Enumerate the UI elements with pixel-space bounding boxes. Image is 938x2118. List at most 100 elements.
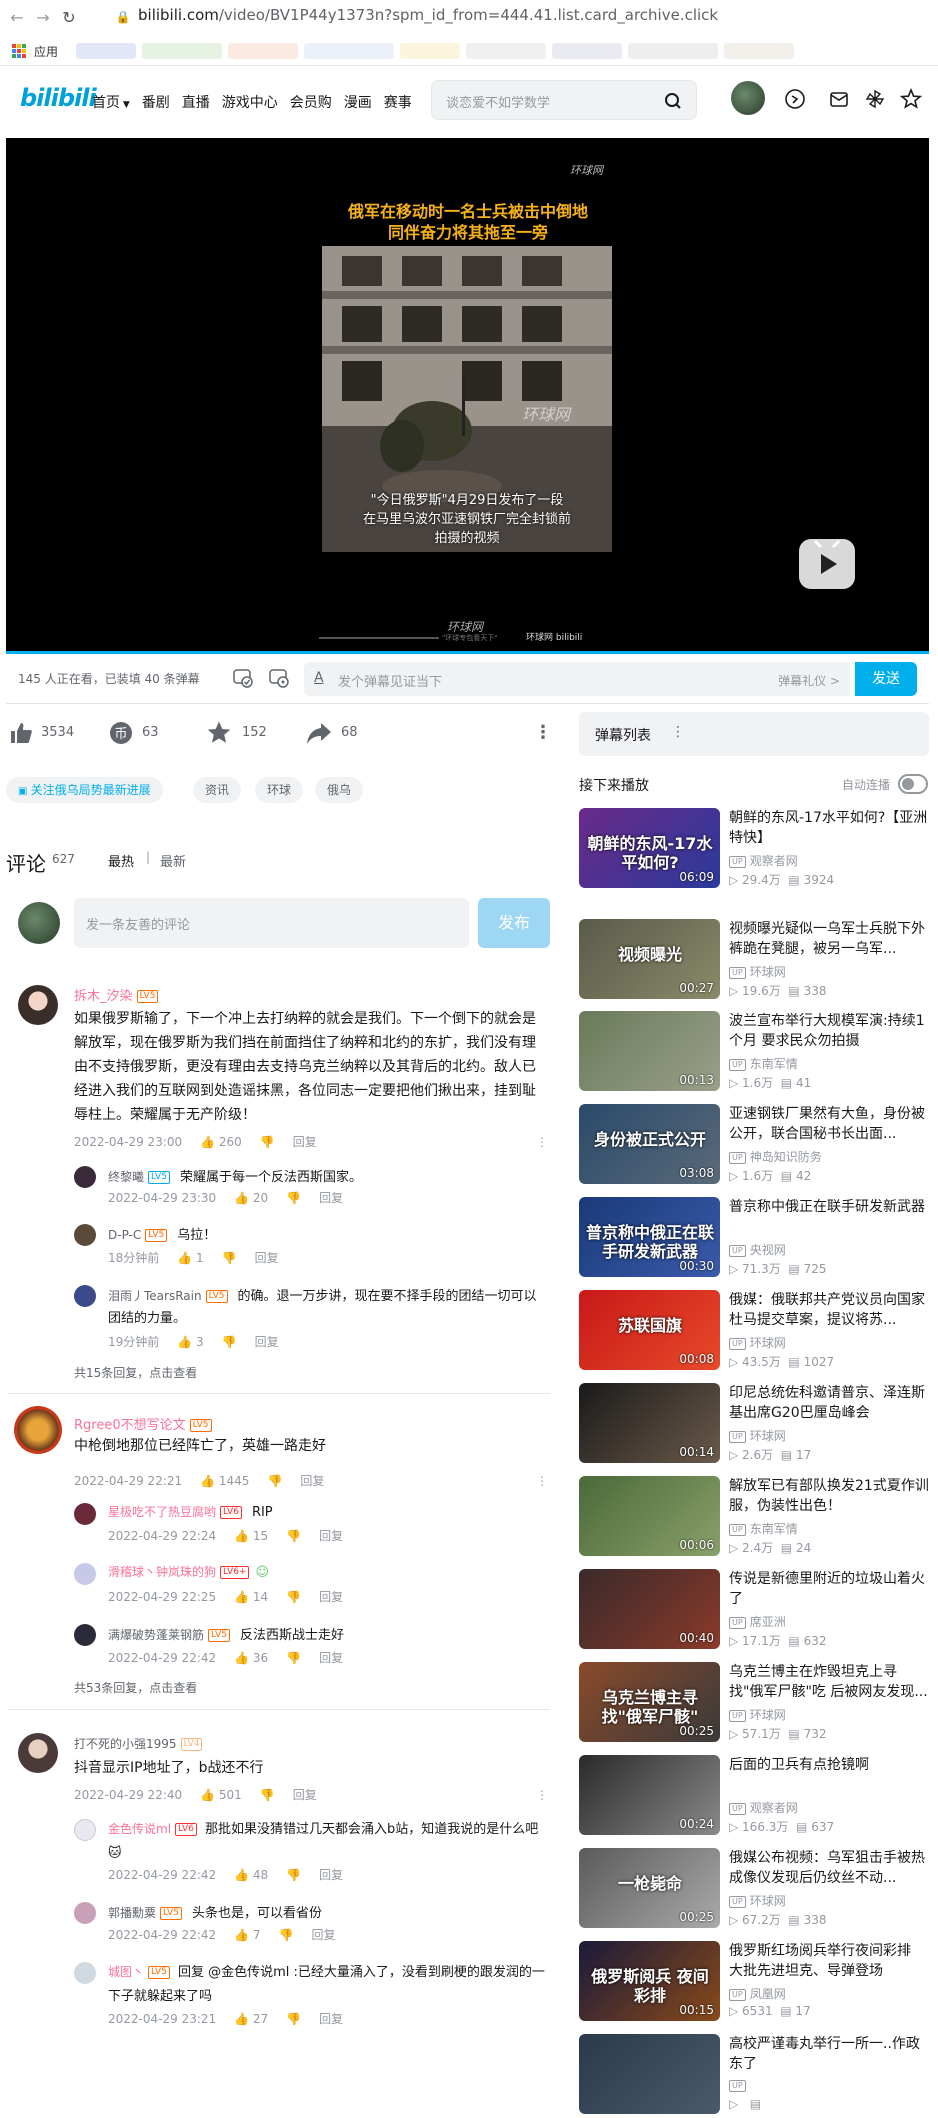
- dislike-icon[interactable]: 👎: [260, 1135, 275, 1149]
- recommend-thumbnail[interactable]: 一枪毙命 00:25: [579, 1848, 720, 1928]
- recommend-uploader[interactable]: UP 东南军情: [729, 1055, 798, 1072]
- apps-grid-icon[interactable]: [12, 44, 26, 58]
- more-icon[interactable]: ⋮: [536, 1135, 548, 1149]
- bookmark-blurred[interactable]: [466, 43, 547, 59]
- recommend-uploader[interactable]: UP 观察者网: [729, 1799, 798, 1816]
- recommend-title[interactable]: 波兰宣布举行大规模军演:持续1个月 要求民众勿拍摄: [729, 1011, 929, 1051]
- recommend-uploader[interactable]: UP 环球网: [729, 1334, 786, 1351]
- video-player[interactable]: 环球网 俄军在移动时一名士兵被击中倒地 同伴奋力将其拖至一旁 环球网 "今日俄罗…: [6, 138, 929, 654]
- recommend-thumbnail[interactable]: 00:13: [579, 1011, 720, 1091]
- recommend-title[interactable]: 普京称中俄正在联手研发新武器: [729, 1197, 929, 1217]
- dislike-icon[interactable]: 👎: [286, 2012, 301, 2026]
- menu-home[interactable]: 首页 ▼: [92, 92, 130, 112]
- dislike-icon[interactable]: 👎: [222, 1335, 237, 1349]
- reply-avatar[interactable]: [74, 1563, 96, 1585]
- danmaku-list-panel[interactable]: 弹幕列表 ⋮: [579, 712, 929, 756]
- thread-2-user[interactable]: Rgree0不想写论文 LV5: [74, 1414, 212, 1433]
- bookmark-blurred[interactable]: [228, 43, 299, 59]
- recommend-card[interactable]: 高校严谨毒丸举行一所一..作政东了 UP ▷ ▤: [579, 2034, 929, 2118]
- send-danmaku-button[interactable]: 发送: [855, 662, 917, 696]
- reply-like[interactable]: 👍 3: [177, 1335, 203, 1349]
- recommend-uploader[interactable]: UP 神岛知识防务: [729, 1148, 822, 1165]
- recommend-card[interactable]: 00:14 印尼总统佐科邀请普京、泽连斯基出席G20巴厘岛峰会 UP 环球网 ▷ 2.6…: [579, 1383, 929, 1467]
- bookmark-blurred[interactable]: [142, 43, 223, 59]
- reply-avatar[interactable]: [74, 1224, 96, 1246]
- recommend-uploader[interactable]: UP 环球网: [729, 1706, 786, 1723]
- recommend-card[interactable]: 00:24 后面的卫兵有点抢镜啊 UP 观察者网 ▷ 166.3万 ▤ 637: [579, 1755, 929, 1839]
- tag-topic[interactable]: ▣ 关注俄乌局势最新进展: [6, 777, 163, 803]
- recommend-thumbnail[interactable]: 身份被正式公开 03:08: [579, 1104, 720, 1184]
- message-icon[interactable]: [828, 88, 850, 110]
- recommend-card[interactable]: 苏联国旗 00:08 俄媒：俄联邦共产党议员向国家杜马提交草案，提议将苏... UP 环…: [579, 1290, 929, 1374]
- recommend-title[interactable]: 乌克兰博主在炸毁坦克上寻找"俄军尸骸"吃 后被网友发现...: [729, 1662, 929, 1702]
- sort-hot[interactable]: 最热: [108, 851, 134, 870]
- recommend-uploader[interactable]: UP 环球网: [729, 1427, 786, 1444]
- reply-avatar[interactable]: [74, 1819, 96, 1841]
- dislike-icon[interactable]: 👎: [279, 1928, 294, 1942]
- menu-esports[interactable]: 赛事: [384, 92, 412, 112]
- sort-new[interactable]: 最新: [160, 851, 186, 870]
- recommend-thumbnail[interactable]: 00:14: [579, 1383, 720, 1463]
- recommend-title[interactable]: 印尼总统佐科邀请普京、泽连斯基出席G20巴厘岛峰会: [729, 1383, 929, 1423]
- recommend-card[interactable]: 身份被正式公开 03:08 亚速钢铁厂果然有大鱼，身份被公开，联合国秘书长出面...…: [579, 1104, 929, 1188]
- comment-input[interactable]: 发一条友善的评论: [74, 898, 469, 948]
- reply-avatar[interactable]: [74, 1166, 96, 1188]
- recommend-title[interactable]: 解放军已有部队换发21式夏作训服，伪装性出色！: [729, 1476, 929, 1516]
- tag-huanqiu[interactable]: 环球: [255, 777, 304, 803]
- recommend-thumbnail[interactable]: 苏联国旗 00:08: [579, 1290, 720, 1370]
- recommend-uploader[interactable]: UP 央视网: [729, 1241, 786, 1258]
- comment-like[interactable]: 👍 260: [200, 1135, 242, 1149]
- publish-comment-button[interactable]: 发布: [478, 898, 550, 948]
- bookmark-blurred[interactable]: [628, 43, 719, 59]
- share-icon[interactable]: [306, 721, 332, 745]
- search-box[interactable]: 谈恋爱不如学数学: [431, 80, 697, 120]
- reply-like[interactable]: 👍 7: [234, 1928, 260, 1942]
- search-icon[interactable]: [664, 92, 682, 110]
- recommend-uploader[interactable]: UP 环球网: [729, 1892, 786, 1909]
- reload-icon[interactable]: ↻: [56, 4, 82, 30]
- dislike-icon[interactable]: 👎: [286, 1868, 301, 1882]
- dynamic-icon[interactable]: [784, 88, 806, 110]
- recommend-title[interactable]: 亚速钢铁厂果然有大鱼，身份被公开，联合国秘书长出面...: [729, 1104, 929, 1144]
- danmaku-toggle-icon[interactable]: [232, 668, 254, 688]
- danmaku-etiquette-link[interactable]: 弹幕礼仪 >: [778, 672, 840, 689]
- address-bar[interactable]: bilibili.com/video/BV1P44y1373n?spm_id_f…: [138, 6, 718, 24]
- recommend-uploader[interactable]: UP 环球网: [729, 963, 786, 980]
- reply-like[interactable]: 👍 20: [234, 1191, 268, 1205]
- danmaku-list-more-icon[interactable]: ⋮: [671, 724, 685, 740]
- autoplay-toggle[interactable]: [898, 774, 928, 794]
- tag-russia-ukraine[interactable]: 俄乌: [315, 777, 364, 803]
- comment-like[interactable]: 👍 501: [200, 1788, 242, 1802]
- favorite-star-icon[interactable]: [206, 720, 232, 746]
- forward-arrow-icon[interactable]: →: [30, 4, 56, 30]
- recommend-thumbnail[interactable]: 朝鲜的东风-17水平如何? 06:09: [579, 808, 720, 888]
- recommend-title[interactable]: 朝鲜的东风-17水平如何?【亚洲特快】: [729, 808, 929, 848]
- view-more-replies[interactable]: 共53条回复，点击查看: [74, 1679, 197, 1696]
- recommend-title[interactable]: 俄媒：俄联邦共产党议员向国家杜马提交草案，提议将苏...: [729, 1290, 929, 1330]
- tag-news[interactable]: 资讯: [193, 777, 242, 803]
- menu-manga[interactable]: 漫画: [344, 92, 372, 112]
- recommend-card[interactable]: 乌克兰博主寻找"俄军尸骸" 00:25 乌克兰博主在炸毁坦克上寻找"俄军尸骸"吃 后…: [579, 1662, 929, 1746]
- more-icon[interactable]: ⋮: [536, 1788, 548, 1802]
- recommend-uploader[interactable]: UP 凤凰网: [729, 1985, 786, 2002]
- reply-like[interactable]: 👍 15: [234, 1529, 268, 1543]
- menu-mall[interactable]: 会员购: [290, 92, 332, 112]
- recommend-uploader[interactable]: UP 席亚洲: [729, 1613, 786, 1630]
- reply-button[interactable]: 回复: [293, 1133, 317, 1150]
- back-arrow-icon[interactable]: ←: [4, 4, 30, 30]
- recommend-card[interactable]: 00:06 解放军已有部队换发21式夏作训服，伪装性出色！ UP 东南军情 ▷ 2.4万…: [579, 1476, 929, 1560]
- bookmark-blurred[interactable]: [724, 43, 795, 59]
- reply-avatar[interactable]: [74, 1902, 96, 1924]
- danmaku-input[interactable]: A 发个弹幕见证当下 弹幕礼仪 >: [304, 662, 850, 696]
- dislike-icon[interactable]: 👎: [222, 1251, 237, 1265]
- user-avatar[interactable]: [731, 81, 765, 115]
- like-icon[interactable]: [8, 720, 34, 746]
- recommend-thumbnail[interactable]: 00:40: [579, 1569, 720, 1649]
- dislike-icon[interactable]: 👎: [286, 1529, 301, 1543]
- bookmark-blurred[interactable]: [552, 43, 623, 59]
- recommend-title[interactable]: 后面的卫兵有点抢镜啊: [729, 1755, 929, 1775]
- recommend-title[interactable]: 视频曝光疑似一乌军士兵脱下外裤跪在凳腿，被另一乌军...: [729, 919, 929, 959]
- reply-like[interactable]: 👍 48: [234, 1868, 268, 1882]
- dislike-icon[interactable]: 👎: [267, 1474, 282, 1488]
- recommend-card[interactable]: 视频曝光 00:27 视频曝光疑似一乌军士兵脱下外裤跪在凳腿，被另一乌军... UP 环…: [579, 919, 929, 1003]
